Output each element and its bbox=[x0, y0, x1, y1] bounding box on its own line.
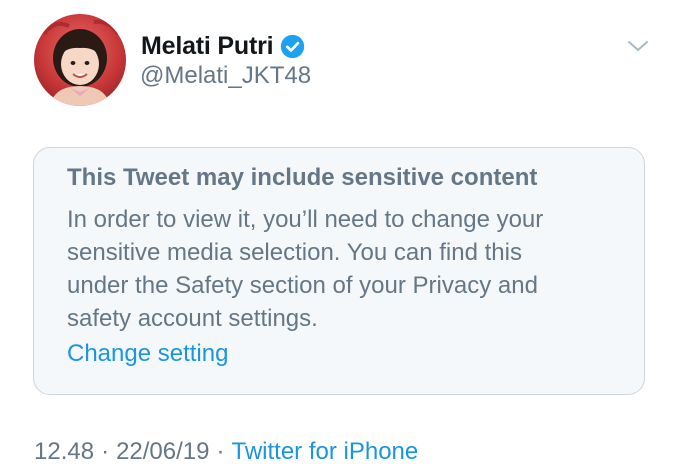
profile-photo bbox=[34, 14, 126, 106]
tweet-time[interactable]: 12.48 bbox=[34, 438, 94, 466]
notice-body-line: In order to view it, you’ll need to chan… bbox=[67, 206, 544, 233]
tweet-date[interactable]: 22/06/19 bbox=[116, 438, 209, 466]
notice-body: In order to view it, you’ll need to chan… bbox=[67, 203, 627, 335]
sensitive-content-notice: This Tweet may include sensitive content… bbox=[33, 147, 645, 395]
author-name-row[interactable]: Melati Putri bbox=[141, 27, 305, 65]
user-handle[interactable]: @Melati_JKT48 bbox=[140, 62, 311, 90]
verified-badge-icon bbox=[280, 34, 305, 59]
chevron-down-icon[interactable] bbox=[625, 36, 651, 56]
tweet-source-link[interactable]: Twitter for iPhone bbox=[231, 438, 418, 466]
notice-body-line: sensitive media selection. You can find … bbox=[67, 239, 522, 266]
display-name[interactable]: Melati Putri bbox=[141, 32, 274, 61]
meta-separator: · bbox=[101, 438, 110, 465]
tweet-meta: 12.48 · 22/06/19 · Twitter for iPhone bbox=[34, 438, 418, 466]
notice-body-line: safety account settings. bbox=[67, 305, 318, 332]
avatar[interactable] bbox=[34, 14, 126, 106]
notice-body-line: under the Safety section of your Privacy… bbox=[67, 272, 538, 299]
meta-separator: · bbox=[216, 438, 225, 465]
change-setting-link[interactable]: Change setting bbox=[67, 340, 228, 368]
notice-title: This Tweet may include sensitive content bbox=[67, 164, 538, 191]
